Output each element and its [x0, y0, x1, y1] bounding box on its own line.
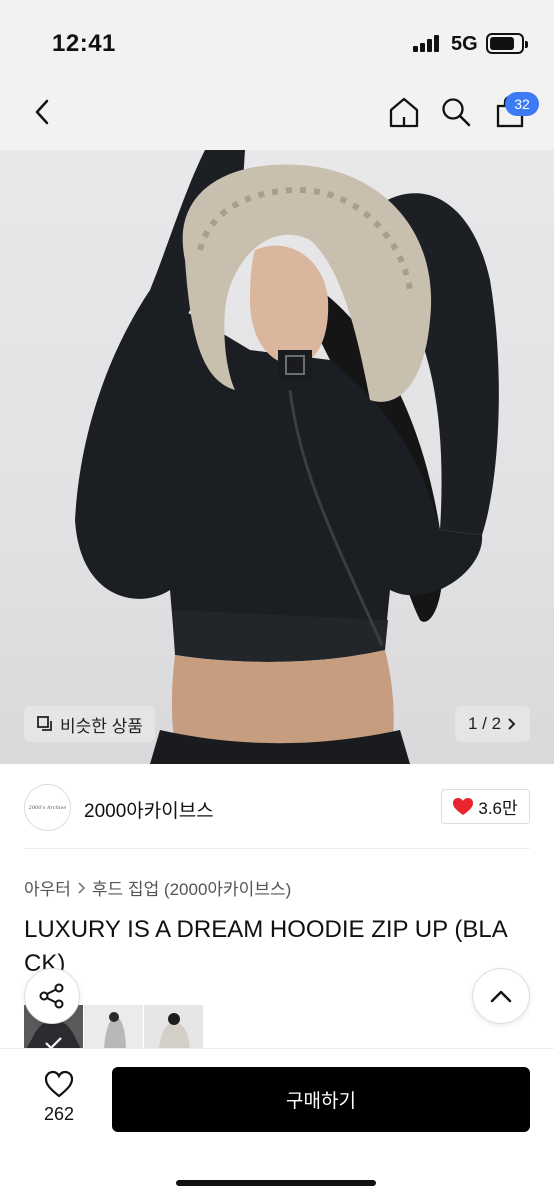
heart-filled-icon: [453, 797, 474, 815]
like-count: 3.6만: [478, 799, 518, 818]
network-type: 5G: [451, 33, 478, 55]
buy-button[interactable]: 구매하기: [112, 1067, 530, 1132]
share-button[interactable]: [24, 968, 80, 1024]
nav-bar: [0, 78, 554, 150]
status-time: 12:41: [52, 30, 116, 57]
seller-name[interactable]: 2000아카이브스: [84, 796, 214, 823]
chevron-right-icon: [78, 881, 86, 894]
share-icon: [39, 983, 64, 1009]
like-button[interactable]: 3.6만: [441, 789, 530, 824]
page-indicator-text: 1 / 2: [467, 714, 502, 733]
breadcrumb: 아우터 후드 집업 (2000아카이브스): [24, 875, 291, 900]
wish-count: 262: [43, 1104, 75, 1124]
product-photo: [75, 150, 499, 764]
search-icon[interactable]: [436, 92, 476, 132]
seller-logo-text: 2000's Archive: [28, 804, 67, 811]
product-image[interactable]: [0, 150, 554, 764]
heart-outline-icon: [44, 1070, 74, 1098]
breadcrumb-category[interactable]: 아우터: [24, 875, 71, 900]
product-title: LUXURY IS A DREAM HOODIE ZIP UP (BLACK): [24, 916, 508, 977]
image-page-indicator[interactable]: 1 / 2: [455, 706, 530, 742]
back-icon[interactable]: [22, 92, 62, 132]
status-bar: 12:41 5G: [0, 0, 554, 78]
scroll-to-top-button[interactable]: [472, 968, 530, 1024]
chevron-right-icon: [508, 718, 516, 730]
similar-products-button[interactable]: 비슷한 상품: [24, 706, 155, 742]
home-indicator[interactable]: [176, 1180, 376, 1186]
cart-count-badge: 32: [505, 92, 539, 116]
home-icon[interactable]: [384, 92, 424, 132]
breadcrumb-subcategory[interactable]: 후드 집업 (2000아카이브스): [92, 875, 291, 900]
copy-icon: [37, 716, 52, 731]
similar-products-label: 비슷한 상품: [60, 716, 143, 736]
battery-icon: [486, 33, 528, 54]
chevron-up-icon: [490, 990, 512, 1003]
seller-logo[interactable]: 2000's Archive: [24, 784, 71, 831]
thumbnail-item[interactable]: [144, 1005, 203, 1053]
thumbnail-item[interactable]: [84, 1005, 143, 1053]
wish-button[interactable]: 262: [30, 1070, 88, 1125]
divider: [24, 848, 530, 849]
signal-icon: [413, 34, 443, 52]
